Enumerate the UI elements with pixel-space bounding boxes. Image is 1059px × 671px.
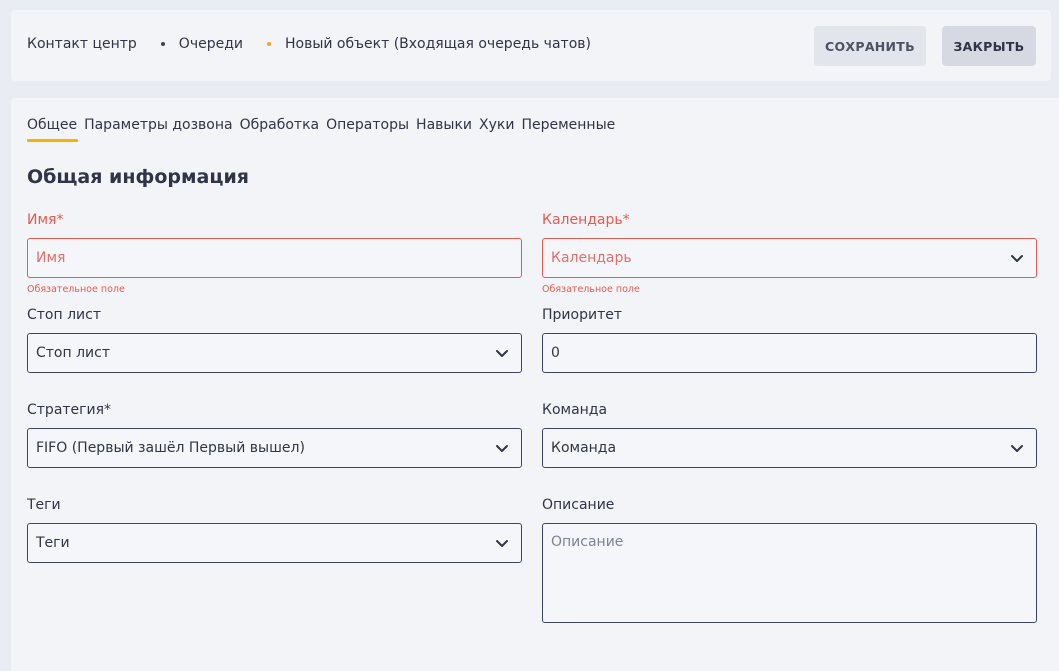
tab-variables[interactable]: Переменные: [521, 117, 615, 141]
tags-field-group: Теги Теги: [27, 497, 522, 563]
breadcrumb-current-dot: [266, 42, 271, 46]
chevron-down-icon[interactable]: [1010, 441, 1024, 455]
tab-bar: Общее Параметры дозвона Обработка Операт…: [27, 117, 622, 142]
tab-processing[interactable]: Обработка: [240, 117, 320, 141]
name-field-group: Имя* Имя Обязательное поле: [27, 212, 522, 295]
save-button[interactable]: СОХРАНИТЬ: [814, 26, 926, 66]
name-label: Имя*: [27, 212, 64, 228]
tags-select[interactable]: Теги: [27, 523, 522, 563]
name-error-message: Обязательное поле: [27, 284, 125, 295]
stoplist-select[interactable]: Стоп лист: [27, 333, 522, 373]
tab-operators[interactable]: Операторы: [326, 117, 409, 141]
name-placeholder: Имя: [36, 250, 66, 266]
close-button[interactable]: ЗАКРЫТЬ: [942, 26, 1036, 66]
description-textarea[interactable]: [542, 523, 1037, 623]
team-value: Команда: [551, 440, 617, 456]
calendar-label: Календарь*: [542, 212, 630, 228]
chevron-down-icon[interactable]: [495, 536, 509, 550]
strategy-select[interactable]: FIFO (Первый зашёл Первый вышел): [27, 428, 522, 468]
strategy-value: FIFO (Первый зашёл Первый вышел): [36, 440, 305, 456]
chevron-down-icon[interactable]: [495, 346, 509, 360]
top-bar: Контакт центр Очереди Новый объект (Вход…: [11, 10, 1051, 81]
description-field-group: Описание: [542, 497, 1037, 623]
strategy-field-group: Стратегия* FIFO (Первый зашёл Первый выш…: [27, 402, 522, 468]
calendar-placeholder: Календарь: [551, 250, 632, 266]
main-panel: Общее Параметры дозвона Обработка Операт…: [11, 98, 1059, 671]
priority-input[interactable]: 0: [542, 333, 1037, 373]
strategy-label: Стратегия*: [27, 402, 112, 418]
tab-general[interactable]: Общее: [27, 117, 79, 142]
breadcrumb-separator-dot: [160, 42, 165, 46]
team-select[interactable]: Команда: [542, 428, 1037, 468]
breadcrumb-contact-center[interactable]: Контакт центр: [27, 36, 137, 52]
stoplist-value: Стоп лист: [36, 345, 110, 361]
breadcrumb: Контакт центр Очереди Новый объект (Вход…: [27, 36, 591, 52]
description-label: Описание: [542, 497, 615, 513]
priority-field-group: Приоритет 0: [542, 307, 1037, 373]
tags-label: Теги: [27, 497, 61, 513]
priority-value: 0: [551, 345, 560, 361]
stoplist-field-group: Стоп лист Стоп лист: [27, 307, 522, 373]
tags-value: Теги: [36, 535, 70, 551]
stoplist-label: Стоп лист: [27, 307, 101, 323]
tab-skills[interactable]: Навыки: [416, 117, 472, 141]
chevron-down-icon[interactable]: [1010, 251, 1024, 265]
team-field-group: Команда Команда: [542, 402, 1037, 468]
section-title: Общая информация: [27, 166, 249, 188]
chevron-down-icon[interactable]: [495, 441, 509, 455]
tab-dial-params[interactable]: Параметры дозвона: [84, 117, 233, 141]
calendar-select[interactable]: Календарь: [542, 238, 1037, 278]
breadcrumb-queues[interactable]: Очереди: [179, 36, 243, 52]
team-label: Команда: [542, 402, 608, 418]
name-input[interactable]: Имя: [27, 238, 522, 278]
tab-hooks[interactable]: Хуки: [479, 117, 514, 141]
calendar-field-group: Календарь* Календарь Обязательное поле: [542, 212, 1037, 295]
priority-label: Приоритет: [542, 307, 622, 323]
calendar-error-message: Обязательное поле: [542, 284, 640, 295]
breadcrumb-current: Новый объект (Входящая очередь чатов): [284, 36, 591, 52]
